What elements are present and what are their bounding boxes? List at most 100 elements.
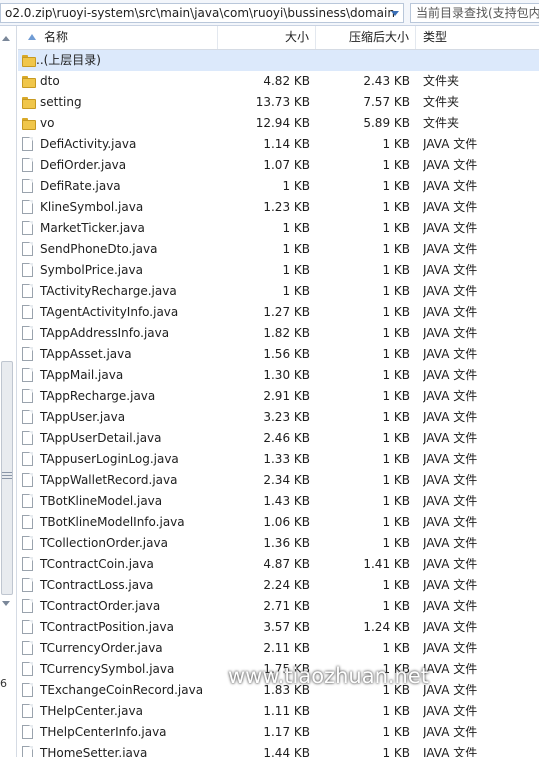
compressed-size-cell: 1 KB: [382, 473, 410, 487]
file-name: TBotKlineModel.java: [40, 494, 163, 508]
type-cell: JAVA 文件: [423, 200, 478, 214]
chevron-down-icon[interactable]: [390, 4, 400, 22]
file-name: TExchangeCoinRecord.java: [40, 683, 204, 697]
compressed-size-cell: 1 KB: [382, 452, 410, 466]
table-row[interactable]: TBotKlineModelInfo.java 1.06 KB 1 KB JAVA 文…: [18, 512, 539, 533]
name-cell: THelpCenterInfo.java: [18, 722, 216, 743]
file-name: TAgentActivityInfo.java: [40, 305, 179, 319]
file-icon: [22, 431, 33, 445]
compressed-size-cell: 7.57 KB: [363, 95, 410, 109]
file-name: TAppuserLoginLog.java: [40, 452, 179, 466]
folder-icon: [22, 76, 36, 88]
type-cell: JAVA 文件: [423, 263, 478, 277]
size-cell: 2.34 KB: [263, 473, 310, 487]
size-cell: 1 KB: [282, 263, 310, 277]
file-icon: [22, 179, 33, 193]
compressed-size-cell: 1 KB: [382, 158, 410, 172]
scroll-up-icon[interactable]: [2, 36, 10, 41]
scrollbar-thumb[interactable]: [1, 361, 13, 595]
table-row[interactable]: TAppAsset.java 1.56 KB 1 KB JAVA 文件: [18, 344, 539, 365]
size-cell: 13.73 KB: [255, 95, 310, 109]
table-row[interactable]: KlineSymbol.java 1.23 KB 1 KB JAVA 文件: [18, 197, 539, 218]
type-cell: JAVA 文件: [423, 557, 478, 571]
size-cell: 1.11 KB: [263, 704, 310, 718]
size-cell: 1.33 KB: [263, 452, 310, 466]
table-row[interactable]: THelpCenterInfo.java 1.17 KB 1 KB JAVA 文件: [18, 722, 539, 743]
name-cell: TAppUser.java: [18, 407, 216, 428]
name-cell: SymbolPrice.java: [18, 260, 216, 281]
file-name: TCurrencyOrder.java: [40, 641, 163, 655]
file-icon: [22, 494, 33, 508]
table-row[interactable]: dto 4.82 KB 2.43 KB 文件夹: [18, 71, 539, 92]
compressed-size-cell: 1 KB: [382, 242, 410, 256]
table-row[interactable]: TCurrencyOrder.java 2.11 KB 1 KB JAVA 文件: [18, 638, 539, 659]
name-cell: SendPhoneDto.java: [18, 239, 216, 260]
table-row[interactable]: SymbolPrice.java 1 KB 1 KB JAVA 文件: [18, 260, 539, 281]
table-row[interactable]: TAppAddressInfo.java 1.82 KB 1 KB JAVA 文件: [18, 323, 539, 344]
type-cell: JAVA 文件: [423, 536, 478, 550]
table-row[interactable]: DefiRate.java 1 KB 1 KB JAVA 文件: [18, 176, 539, 197]
file-icon: [22, 326, 33, 340]
column-name-header[interactable]: 名称: [18, 26, 218, 49]
compressed-size-cell: 1 KB: [382, 263, 410, 277]
table-row[interactable]: TAgentActivityInfo.java 1.27 KB 1 KB JAVA 文…: [18, 302, 539, 323]
size-cell: 1.23 KB: [263, 200, 310, 214]
table-row[interactable]: TContractLoss.java 2.24 KB 1 KB JAVA 文件: [18, 575, 539, 596]
compressed-size-cell: 1 KB: [382, 494, 410, 508]
table-row[interactable]: TActivityRecharge.java 1 KB 1 KB JAVA 文件: [18, 281, 539, 302]
column-compressed-header[interactable]: 压缩后大小: [316, 26, 416, 49]
column-name-label: 名称: [44, 30, 69, 44]
size-cell: 2.46 KB: [263, 431, 310, 445]
name-cell: TAppuserLoginLog.java: [18, 449, 216, 470]
table-row[interactable]: vo 12.94 KB 5.89 KB 文件夹: [18, 113, 539, 134]
table-row[interactable]: TAppRecharge.java 2.91 KB 1 KB JAVA 文件: [18, 386, 539, 407]
type-cell: 文件夹: [423, 116, 460, 130]
table-row[interactable]: DefiOrder.java 1.07 KB 1 KB JAVA 文件: [18, 155, 539, 176]
size-cell: 1.44 KB: [263, 746, 310, 757]
compressed-size-cell: 1.41 KB: [363, 557, 410, 571]
name-cell: TContractOrder.java: [18, 596, 216, 617]
compressed-size-cell: 1 KB: [382, 284, 410, 298]
up-level-row[interactable]: ..(上层目录): [18, 50, 539, 71]
column-type-header[interactable]: 类型: [416, 26, 539, 49]
path-field[interactable]: o2.0.zip\ruoyi-system\src\main\java\com\…: [0, 3, 404, 23]
table-row[interactable]: TContractOrder.java 2.71 KB 1 KB JAVA 文件: [18, 596, 539, 617]
type-cell: JAVA 文件: [423, 746, 478, 757]
table-row[interactable]: TContractCoin.java 4.87 KB 1.41 KB JAVA 文件: [18, 554, 539, 575]
table-row[interactable]: TAppMail.java 1.30 KB 1 KB JAVA 文件: [18, 365, 539, 386]
compressed-size-cell: 1 KB: [382, 200, 410, 214]
address-bar: o2.0.zip\ruoyi-system\src\main\java\com\…: [0, 0, 539, 26]
type-cell: JAVA 文件: [423, 725, 478, 739]
column-size-header[interactable]: 大小: [218, 26, 316, 49]
table-row[interactable]: TContractPosition.java 3.57 KB 1.24 KB JAVA…: [18, 617, 539, 638]
table-row[interactable]: TAppWalletRecord.java 2.34 KB 1 KB JAVA 文件: [18, 470, 539, 491]
table-row[interactable]: TAppUserDetail.java 2.46 KB 1 KB JAVA 文件: [18, 428, 539, 449]
type-cell: JAVA 文件: [423, 662, 478, 676]
name-cell: TAppUserDetail.java: [18, 428, 216, 449]
table-row[interactable]: MarketTicker.java 1 KB 1 KB JAVA 文件: [18, 218, 539, 239]
table-row[interactable]: SendPhoneDto.java 1 KB 1 KB JAVA 文件: [18, 239, 539, 260]
table-row[interactable]: TAppUser.java 3.23 KB 1 KB JAVA 文件: [18, 407, 539, 428]
type-cell: JAVA 文件: [423, 704, 478, 718]
file-name: TAppMail.java: [40, 368, 124, 382]
table-row[interactable]: TAppuserLoginLog.java 1.33 KB 1 KB JAVA 文件: [18, 449, 539, 470]
file-icon: [22, 242, 33, 256]
file-icon: [22, 284, 33, 298]
compressed-size-cell: 1 KB: [382, 536, 410, 550]
table-row[interactable]: DefiActivity.java 1.14 KB 1 KB JAVA 文件: [18, 134, 539, 155]
size-cell: 2.24 KB: [263, 578, 310, 592]
file-name: THomeSetter.java: [40, 746, 148, 757]
type-cell: JAVA 文件: [423, 242, 478, 256]
table-row[interactable]: THomeSetter.java 1.44 KB 1 KB JAVA 文件: [18, 743, 539, 757]
compressed-size-cell: 1 KB: [382, 704, 410, 718]
table-row[interactable]: setting 13.73 KB 7.57 KB 文件夹: [18, 92, 539, 113]
table-row[interactable]: THelpCenter.java 1.11 KB 1 KB JAVA 文件: [18, 701, 539, 722]
type-cell: JAVA 文件: [423, 368, 478, 382]
table-row[interactable]: TCollectionOrder.java 1.36 KB 1 KB JAVA 文件: [18, 533, 539, 554]
compressed-size-cell: 1 KB: [382, 368, 410, 382]
table-row[interactable]: TBotKlineModel.java 1.43 KB 1 KB JAVA 文件: [18, 491, 539, 512]
search-input[interactable]: 当前目录查找(支持包内: [410, 3, 539, 23]
name-cell: MarketTicker.java: [18, 218, 216, 239]
scroll-down-icon[interactable]: [2, 601, 10, 606]
compressed-size-cell: 1 KB: [382, 305, 410, 319]
